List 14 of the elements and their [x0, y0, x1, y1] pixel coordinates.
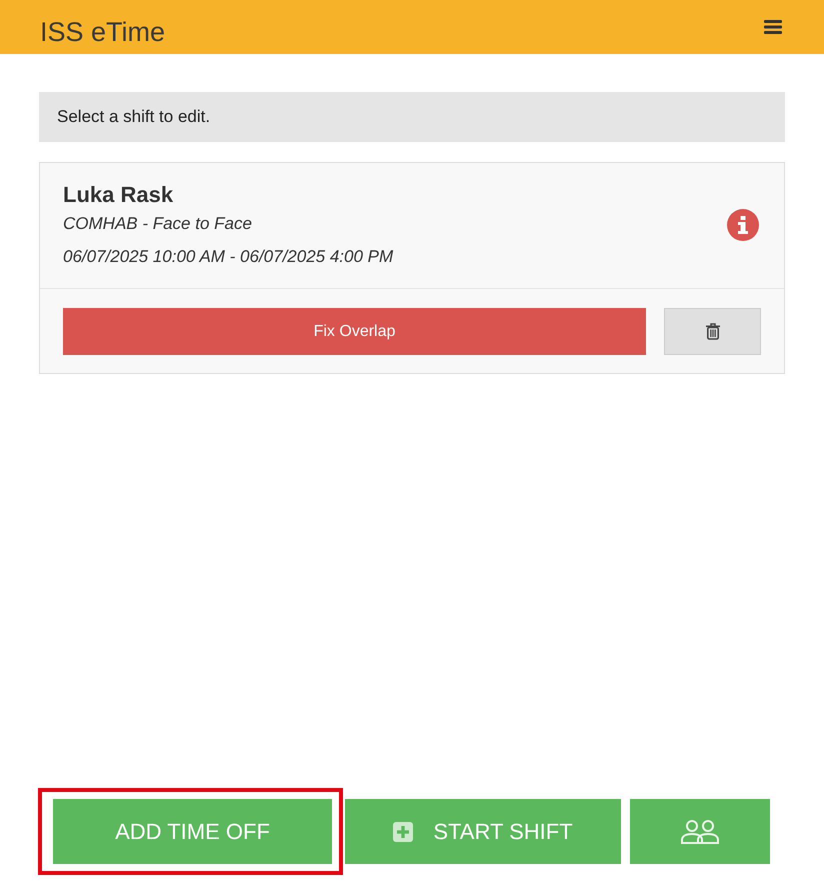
delete-button[interactable]	[664, 308, 761, 355]
shift-card[interactable]: Luka Rask COMHAB - Face to Face 06/07/2025 10:00 AM - 06/07/2025 4:00 PM Fix Overlap	[39, 162, 785, 374]
menu-icon[interactable]	[764, 19, 782, 35]
notice-text: Select a shift to edit.	[57, 106, 210, 128]
service-name: COMHAB - Face to Face	[63, 213, 253, 235]
start-shift-button[interactable]: START SHIFT	[345, 799, 621, 864]
shift-time-range: 06/07/2025 10:00 AM - 06/07/2025 4:00 PM	[63, 246, 394, 268]
employee-name: Luka Rask	[63, 181, 174, 209]
plus-square-icon	[393, 822, 414, 842]
add-time-off-button[interactable]: ADD TIME OFF	[53, 799, 332, 864]
users-icon	[681, 820, 719, 844]
trash-icon	[706, 323, 720, 340]
app-title: ISS eTime	[40, 19, 166, 49]
fix-overlap-button[interactable]: Fix Overlap	[63, 308, 646, 355]
